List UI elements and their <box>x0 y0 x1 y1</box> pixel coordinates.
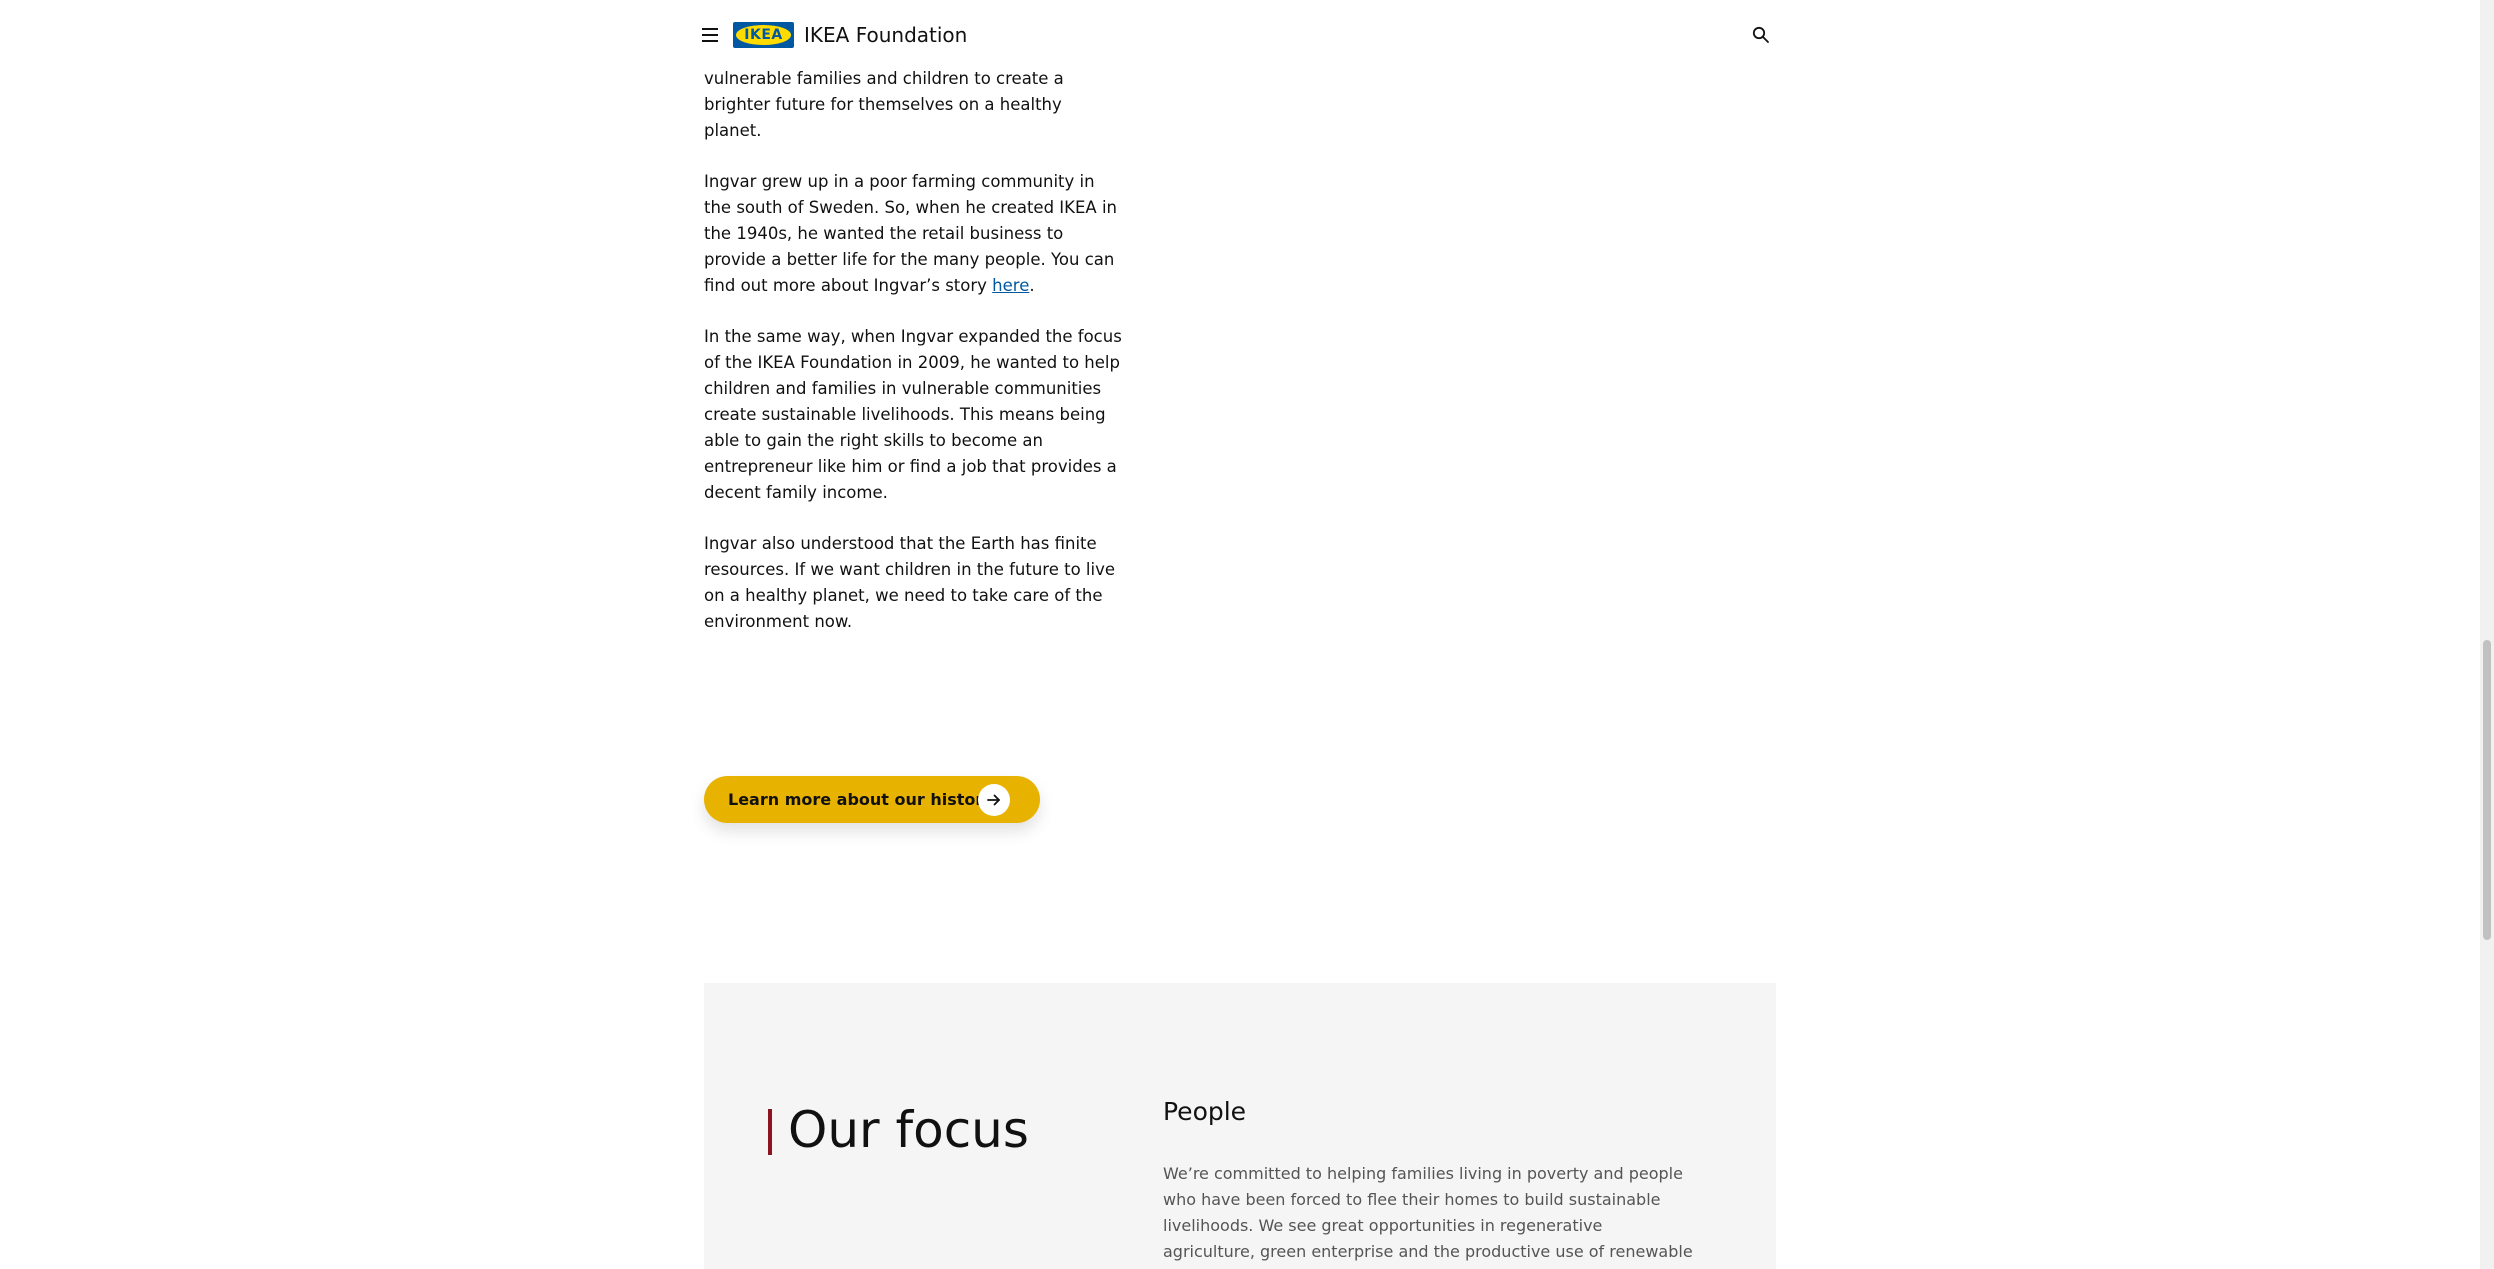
paragraph-2: Ingvar grew up in a poor farming communi… <box>704 169 1124 299</box>
article-body: very clear. He wanted to create opportun… <box>704 43 1124 660</box>
page: IKEA IKEA Foundation very clear. He want… <box>0 0 2494 1269</box>
title-accent-bar <box>768 1109 772 1155</box>
paragraph-3: In the same way, when Ingvar expanded th… <box>704 327 1122 502</box>
search-icon[interactable] <box>1752 26 1770 44</box>
focus-subtitle: People <box>1163 1097 1247 1126</box>
scrollbar[interactable] <box>2480 0 2494 1269</box>
cta-label: Learn more about our history <box>728 790 994 809</box>
scrollbar-thumb[interactable] <box>2483 640 2491 940</box>
learn-more-history-button[interactable]: Learn more about our history <box>704 776 1040 823</box>
focus-description: We’re committed to helping families livi… <box>1163 1164 1693 1269</box>
section-title: Our focus <box>788 1101 1029 1159</box>
paragraph-2-text: Ingvar grew up in a poor farming communi… <box>704 172 1117 295</box>
logo-text: IKEA <box>744 27 783 43</box>
site-header: IKEA IKEA Foundation <box>0 0 2480 70</box>
arrow-right-icon <box>978 784 1010 816</box>
paragraph-2-end: . <box>1029 276 1035 295</box>
brand-name[interactable]: IKEA Foundation <box>804 20 967 50</box>
paragraph-4: Ingvar also understood that the Earth ha… <box>704 534 1116 631</box>
hamburger-menu-icon[interactable] <box>702 28 718 42</box>
our-focus-section: Our focus People We’re committed to help… <box>704 983 1776 1269</box>
ingvar-story-link[interactable]: here <box>992 276 1029 295</box>
ikea-logo[interactable]: IKEA <box>733 22 794 48</box>
